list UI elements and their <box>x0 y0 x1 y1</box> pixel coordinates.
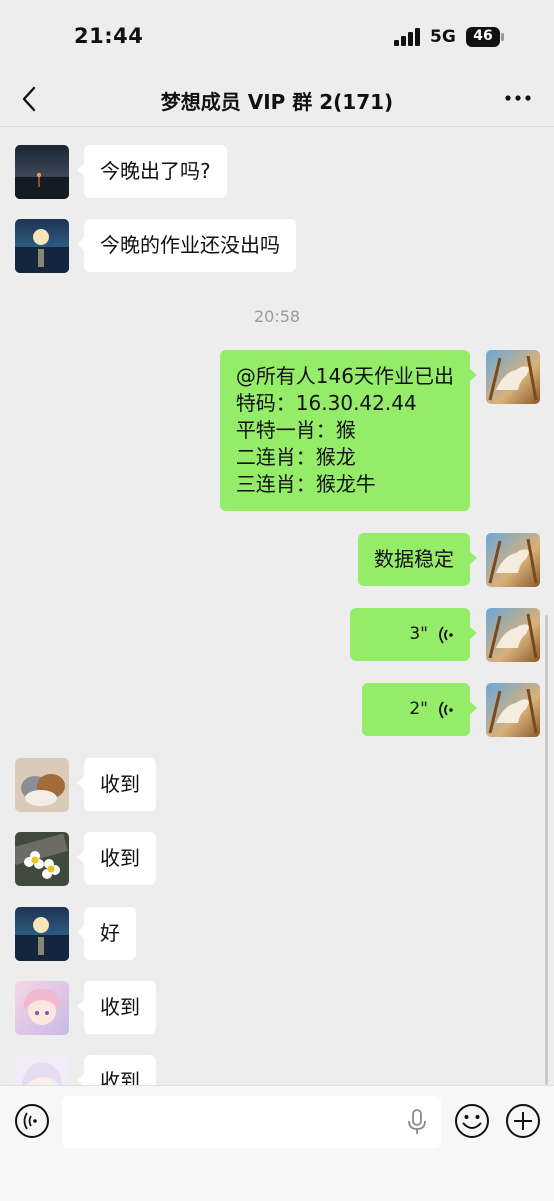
message-bubble[interactable]: 收到 <box>77 758 156 811</box>
avatar[interactable] <box>15 981 69 1035</box>
message-bubble[interactable]: 今晚出了吗? <box>77 145 227 198</box>
network-type: 5G <box>430 27 456 47</box>
avatar[interactable] <box>15 758 69 812</box>
voice-wave-icon <box>439 700 453 719</box>
more-dots-icon[interactable] <box>504 86 532 110</box>
voice-wave-icon <box>439 625 453 644</box>
avatar[interactable] <box>486 533 540 587</box>
message-timestamp: 20:58 <box>253 307 301 326</box>
battery-icon: 46 <box>466 27 504 47</box>
status-bar: 21:44 5G 46 <box>0 0 554 76</box>
chat-title: 梦想成员 VIP 群 2(171) <box>160 90 394 114</box>
avatar[interactable] <box>15 1055 69 1085</box>
message-bubble[interactable]: @所有人146天作业已出 特码：16.30.42.44 平特一肖：猴 二连肖：猴… <box>219 350 478 511</box>
avatar[interactable] <box>15 907 69 961</box>
voice-message[interactable]: 3" <box>350 608 477 661</box>
battery-level: 46 <box>473 28 493 44</box>
message-bubble[interactable]: 今晚的作业还没出吗 <box>77 219 296 272</box>
chat-header: 梦想成员 VIP 群 2(171) <box>0 76 554 127</box>
message-line: 特码：16.30.42.44 <box>235 391 417 415</box>
voice-duration: 2" <box>409 699 428 719</box>
voice-message[interactable]: 2" <box>362 683 477 736</box>
message-bubble[interactable]: 收到 <box>77 832 156 885</box>
message-bubble[interactable]: 数据稳定 <box>358 533 477 586</box>
message-list[interactable]: 今晚出了吗? 今晚的作业还没出吗 20:58 @所有人146天作业已出 特码：1… <box>0 127 554 1085</box>
status-time: 21:44 <box>74 24 144 48</box>
plus-icon[interactable] <box>505 1103 541 1139</box>
avatar[interactable] <box>486 608 540 662</box>
message-input[interactable] <box>62 1096 441 1148</box>
message-line: 三连肖：猴龙牛 <box>235 472 376 496</box>
cellular-signal-icon <box>394 28 420 46</box>
input-bar <box>0 1085 554 1201</box>
avatar[interactable] <box>486 683 540 737</box>
message-bubble[interactable]: 好 <box>77 907 136 960</box>
message-line: 二连肖：猴龙 <box>235 445 356 469</box>
avatar[interactable] <box>15 145 69 199</box>
avatar[interactable] <box>15 832 69 886</box>
emoji-icon[interactable] <box>454 1103 490 1139</box>
avatar[interactable] <box>486 350 540 404</box>
microphone-icon[interactable] <box>406 1108 428 1136</box>
avatar[interactable] <box>15 219 69 273</box>
scrollbar[interactable] <box>545 615 548 1085</box>
message-line: @所有人146天作业已出 <box>235 364 454 388</box>
message-bubble[interactable]: 收到 <box>77 1055 156 1085</box>
message-line: 平特一肖：猴 <box>235 418 356 442</box>
voice-duration: 3" <box>409 624 428 644</box>
message-bubble[interactable]: 收到 <box>77 981 156 1034</box>
voice-mode-icon[interactable] <box>14 1103 50 1139</box>
